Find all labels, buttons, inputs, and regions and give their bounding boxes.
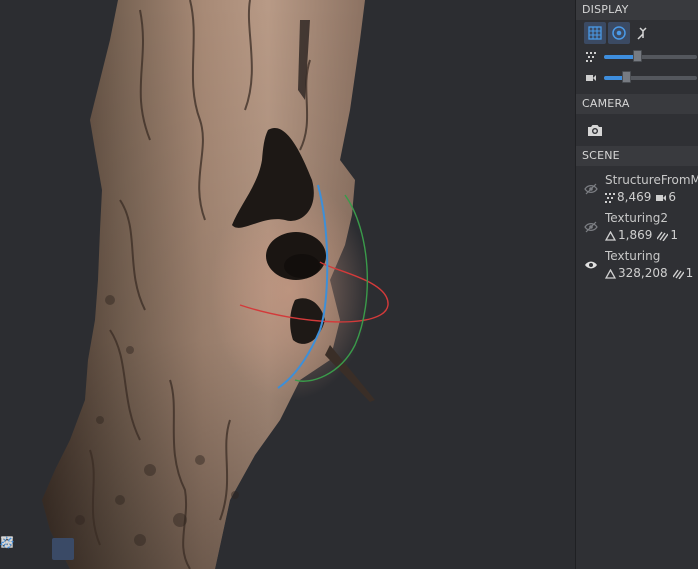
slider-handle[interactable] xyxy=(632,49,642,62)
camera-section-header: CAMERA xyxy=(576,94,698,114)
camera-row xyxy=(576,114,698,146)
grid-toggle-button[interactable] xyxy=(584,22,606,44)
texture-count: 1 xyxy=(670,228,678,242)
merge-arrow-icon xyxy=(637,27,647,40)
scene-item-name: Texturing xyxy=(605,249,661,263)
scene-item-texturing[interactable]: Texturing 328,208 1 xyxy=(576,248,698,282)
camera-snapshot-icon xyxy=(588,125,602,136)
triangle-count: 1,869 xyxy=(618,228,653,242)
target-icon xyxy=(612,26,626,40)
texture-hatch-icon xyxy=(672,269,684,279)
origin-toggle-button[interactable] xyxy=(632,22,654,44)
grid-icon xyxy=(588,26,602,40)
visibility-toggle[interactable] xyxy=(584,210,604,244)
texture-hatch-icon xyxy=(657,231,669,241)
eye-off-icon xyxy=(584,183,598,195)
side-panel: DISPLAY CAMERA SCENE StructureFromM 8,46… xyxy=(575,0,698,569)
point-size-slider[interactable] xyxy=(604,49,697,62)
display-mode-row xyxy=(576,20,698,46)
eye-off-icon xyxy=(584,221,598,233)
visibility-toggle[interactable] xyxy=(584,172,604,206)
point-cloud-icon xyxy=(605,192,615,203)
camera-video-icon xyxy=(656,194,667,201)
triangle-icon xyxy=(605,268,616,279)
camera-video-icon xyxy=(586,74,596,81)
display-section-header: DISPLAY xyxy=(576,0,698,20)
triangle-icon xyxy=(605,230,616,241)
scene-item-name: Texturing2 xyxy=(605,211,668,225)
camera-snapshot-button[interactable] xyxy=(584,119,606,141)
gizmo-toggle-button[interactable] xyxy=(608,22,630,44)
gear-icon xyxy=(1,536,13,548)
wireframe-button[interactable] xyxy=(0,537,50,560)
point-cloud-icon xyxy=(586,51,596,62)
textured-mesh-render xyxy=(42,0,389,569)
scene-item-name: StructureFromMotion xyxy=(605,173,698,187)
eye-icon xyxy=(585,261,597,269)
camera-count: 6 xyxy=(668,190,676,204)
camera-scale-slider-row xyxy=(576,67,698,88)
slider-handle[interactable] xyxy=(621,70,631,83)
textured-button[interactable] xyxy=(0,536,74,560)
3d-viewport[interactable] xyxy=(0,0,575,569)
triangle-count: 328,208 xyxy=(618,266,668,280)
point-count: 8,469 xyxy=(617,190,652,204)
scene-item-structurefrommotion[interactable]: StructureFromMotion 8,469 6 xyxy=(576,172,698,206)
texture-count: 1 xyxy=(685,266,694,280)
scene-section-header: SCENE xyxy=(576,146,698,166)
point-size-slider-row xyxy=(576,46,698,67)
viewport-toolbar xyxy=(0,535,106,563)
scene-item-texturing2[interactable]: Texturing2 1,869 1 xyxy=(576,210,698,244)
viewport-settings-button[interactable] xyxy=(1,536,98,560)
camera-scale-slider[interactable] xyxy=(604,70,697,83)
visibility-toggle[interactable] xyxy=(584,248,604,282)
